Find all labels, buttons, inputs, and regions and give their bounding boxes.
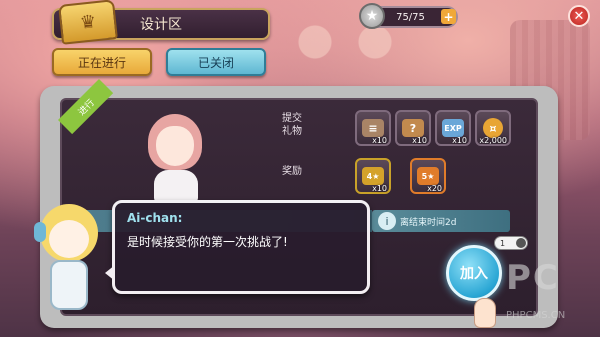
item-count: x10 bbox=[412, 136, 427, 145]
close-button[interactable]: ✕ bbox=[568, 5, 590, 27]
reward-label: 奖励 bbox=[282, 166, 302, 177]
info-icon: i bbox=[378, 212, 396, 230]
dialog-speaker: Ai-chan: bbox=[127, 211, 183, 225]
mystery-box-icon: ? bbox=[402, 119, 424, 137]
end-time-text: 离结束时间2d bbox=[400, 217, 457, 228]
submit-gift-label: 提交礼物 bbox=[282, 113, 302, 137]
pointing-hand-icon bbox=[474, 298, 496, 328]
currency-value: 75/75 bbox=[396, 11, 425, 23]
fabric-roll-icon: ≡ bbox=[362, 119, 384, 137]
submit-item-box[interactable]: ? x10 bbox=[395, 110, 431, 146]
5-star-gift-icon: 5★ bbox=[417, 167, 439, 185]
tab-label: 已关闭 bbox=[197, 55, 234, 70]
tab-label: 正在进行 bbox=[77, 55, 126, 70]
trophy-ticket-icon: ♛ bbox=[58, 0, 118, 45]
tab-closed[interactable]: 已关闭 bbox=[166, 48, 266, 76]
dialog-tail bbox=[105, 265, 115, 281]
gold-coin-icon: ¤ bbox=[483, 118, 503, 138]
ai-chan-character bbox=[22, 200, 112, 330]
item-count: x10 bbox=[372, 184, 387, 193]
add-currency-button[interactable]: + bbox=[441, 9, 456, 24]
tab-in-progress[interactable]: 正在进行 bbox=[52, 48, 152, 76]
dialog-text: 是时候接受你的第一次挑战了! bbox=[127, 235, 288, 249]
join-label: 加入 bbox=[460, 266, 488, 282]
join-button[interactable]: 加入 bbox=[446, 245, 502, 301]
toggle-dot-icon bbox=[516, 238, 526, 248]
submit-item-exp[interactable]: EXP x10 bbox=[435, 110, 471, 146]
exp-icon: EXP bbox=[442, 119, 464, 137]
star-icon: ★ bbox=[359, 3, 385, 29]
item-count: x10 bbox=[372, 136, 387, 145]
title-text: 设计区 bbox=[140, 17, 182, 33]
model-avatar bbox=[140, 112, 212, 202]
submit-item-fabric[interactable]: ≡ x10 bbox=[355, 110, 391, 146]
item-count: x2,000 bbox=[479, 136, 507, 145]
submit-item-gold[interactable]: ¤ x2,000 bbox=[475, 110, 511, 146]
watermark-text: PHPCMS.CN bbox=[506, 310, 566, 321]
reward-item-4star[interactable]: 4★ x10 bbox=[355, 158, 391, 194]
dialog-box[interactable]: Ai-chan: 是时候接受你的第一次挑战了! bbox=[105, 200, 370, 294]
watermark: PC PHPCMS.CN bbox=[500, 258, 596, 328]
reward-item-5star[interactable]: 5★ x20 bbox=[410, 158, 446, 194]
headset-icon bbox=[34, 222, 46, 242]
watermark-logo: PC bbox=[506, 258, 560, 298]
count-value: 1 bbox=[500, 238, 506, 248]
4-star-ticket-icon: 4★ bbox=[362, 167, 384, 185]
close-icon: ✕ bbox=[573, 8, 585, 24]
plus-icon: + bbox=[443, 9, 454, 24]
item-count: x10 bbox=[452, 136, 467, 145]
item-count: x20 bbox=[427, 184, 442, 193]
